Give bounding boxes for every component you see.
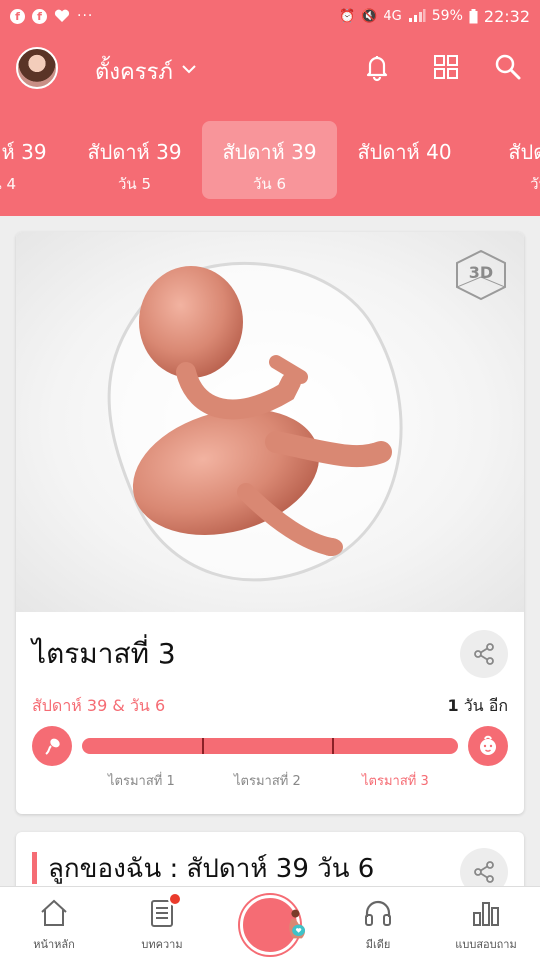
days-left-text: วัน อีก xyxy=(458,696,508,715)
week-tab-week: สัปดาห์ 39 xyxy=(222,140,317,164)
nav-survey[interactable]: แบบสอบถาม xyxy=(432,887,540,960)
share-icon xyxy=(474,643,494,665)
3d-badge-icon[interactable]: 3D xyxy=(454,248,508,302)
week-tab-day: วัน 5 xyxy=(118,175,151,193)
battery-icon xyxy=(469,8,478,23)
week-tab-day: วัน 4 xyxy=(0,175,16,193)
days-left: 1 วัน อีก xyxy=(447,694,508,719)
alarm-icon: ⏰ xyxy=(339,8,356,24)
pregnant-mother-icon xyxy=(289,909,306,939)
search-icon[interactable] xyxy=(493,52,523,82)
nav-pregnancy[interactable] xyxy=(216,887,324,960)
trimester-1-label: ไตรมาสที่ 1 xyxy=(108,774,175,789)
share-button[interactable] xyxy=(460,630,508,678)
article-title: ลูกของฉัน : สัปดาห์ 39 วัน 6 xyxy=(48,854,375,884)
status-overflow: ··· xyxy=(77,8,94,24)
week-tab[interactable]: สัปดาห์ 40 xyxy=(337,121,472,199)
days-left-number: 1 xyxy=(447,696,459,715)
bar-chart-icon xyxy=(473,902,499,926)
trimester-divider xyxy=(332,738,334,754)
trimester-divider xyxy=(202,738,204,754)
nav-media[interactable]: มีเดีย xyxy=(324,887,432,960)
week-tab-week: สัปดาห์ xyxy=(508,140,540,164)
week-tab[interactable]: สัปดาห์ 39 วัน 4 xyxy=(0,121,67,199)
facebook-icon: f xyxy=(32,8,47,24)
sperm-icon xyxy=(32,726,72,766)
signal-icon xyxy=(408,9,426,22)
profile-name[interactable]: ตั้งครรภ์ xyxy=(95,54,173,89)
home-icon xyxy=(41,899,67,926)
nav-articles[interactable]: บทความ xyxy=(108,887,216,960)
avatar[interactable] xyxy=(16,47,58,89)
week-tab-day: วัน 6 xyxy=(253,175,286,193)
mute-icon: 🔇 xyxy=(361,8,378,24)
trimester-title: ไตรมาสที่ 3 xyxy=(32,637,176,670)
fetus-3d-image[interactable]: 3D xyxy=(16,232,524,612)
battery-percent: 59% xyxy=(431,8,463,24)
nav-home-label: หน้าหลัก xyxy=(33,938,75,951)
nav-home[interactable]: หน้าหลัก xyxy=(0,887,108,960)
fetus-illustration xyxy=(107,261,403,582)
nav-articles-label: บทความ xyxy=(141,938,183,951)
trimester-3-label: ไตรมาสที่ 3 xyxy=(362,774,429,789)
week-tab-week: สัปดาห์ 40 xyxy=(357,140,452,164)
status-bar: f f ··· ⏰ 🔇 4G 59% 22:32 xyxy=(0,0,540,32)
trimester-2-label: ไตรมาสที่ 2 xyxy=(234,774,301,789)
signal-label: 4G xyxy=(383,8,402,24)
fetus-card: 3D ไตรมาสที่ 3 สัปดาห์ 39 & วัน 6 1 วัน … xyxy=(16,232,524,814)
notification-dot xyxy=(168,892,182,906)
accent-bar xyxy=(32,852,37,884)
heart-icon xyxy=(54,9,70,22)
nav-media-label: มีเดีย xyxy=(365,938,391,951)
app-screen: f f ··· ⏰ 🔇 4G 59% 22:32 ตั้งครรภ์ ห์ 39… xyxy=(0,0,540,960)
week-tab[interactable]: สัปดาห์ วัน xyxy=(472,121,540,199)
grid-icon[interactable] xyxy=(431,52,461,82)
chevron-down-icon[interactable] xyxy=(180,60,198,78)
clock: 22:32 xyxy=(483,6,530,26)
week-tab-week: สัปดาห์ 39 xyxy=(87,140,182,164)
week-tab-active[interactable]: สัปดาห์ 39 วัน 6 xyxy=(202,121,337,199)
baby-face-icon xyxy=(468,726,508,766)
bottom-navigation: หน้าหลัก บทความ มีเดีย แบบสอบถาม xyxy=(0,886,540,960)
facebook-icon: f xyxy=(10,8,25,24)
week-tab[interactable]: สัปดาห์ 39 วัน 5 xyxy=(67,121,202,199)
bell-icon[interactable] xyxy=(362,52,392,82)
app-header: ตั้งครรภ์ xyxy=(0,32,540,106)
pregnancy-progress-bar xyxy=(82,738,458,754)
3d-badge-label: 3D xyxy=(469,263,493,282)
pregnancy-center-button[interactable] xyxy=(240,895,306,955)
share-icon xyxy=(474,861,494,883)
week-tab-week: สัปดาห์ 39 xyxy=(0,140,47,164)
week-tab-day: วัน xyxy=(530,175,540,193)
week-tabs: สัปดาห์ 39 วัน 4 สัปดาห์ 39 วัน 5 สัปดาห… xyxy=(0,106,540,216)
headphones-icon xyxy=(365,900,391,926)
current-week-day: สัปดาห์ 39 & วัน 6 xyxy=(32,696,166,715)
nav-survey-label: แบบสอบถาม xyxy=(455,938,517,951)
